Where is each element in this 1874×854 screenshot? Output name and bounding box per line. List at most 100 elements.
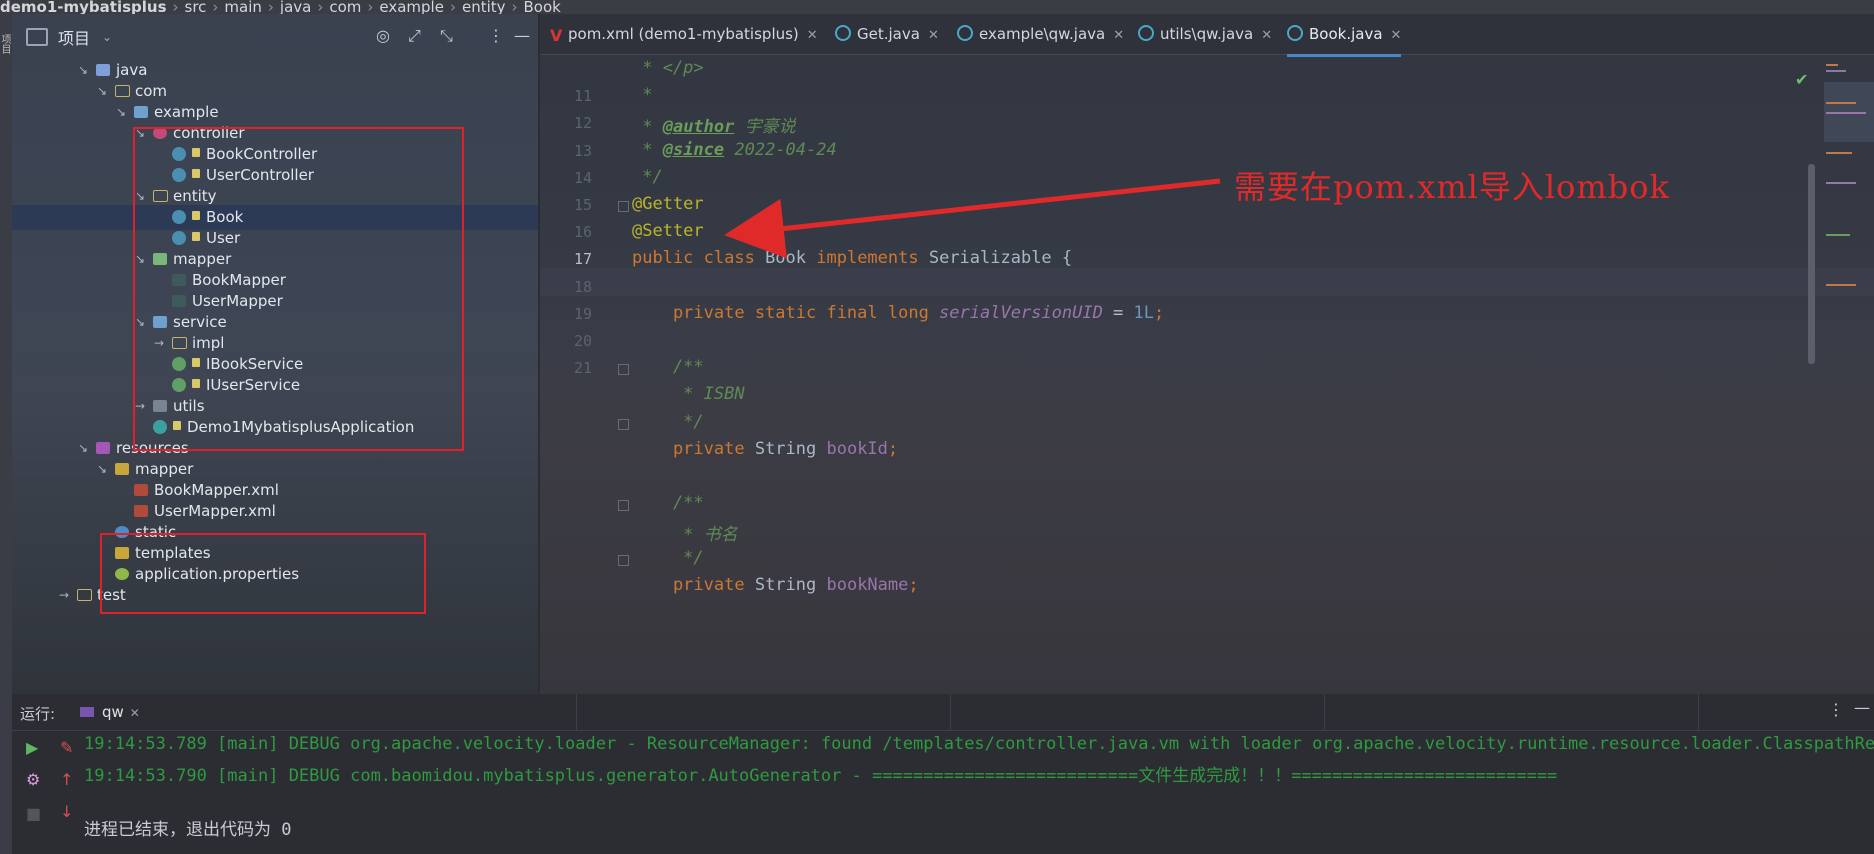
run-toolbar: ▶ ✎ ⚙ ↑ ↓ ■ [12,730,73,854]
inspection-ok-icon[interactable]: ✔ [1795,70,1808,89]
close-icon[interactable]: ✕ [130,706,140,720]
divider [1698,694,1699,730]
minimap[interactable] [1816,54,1874,694]
code-line[interactable]: * 书名 [632,520,737,545]
editor-scrollbar[interactable] [1808,164,1815,364]
line-number: 19 [573,304,592,323]
arrow-up-icon[interactable]: ↑ [60,770,73,789]
chevron-right-icon[interactable]: → [59,583,73,608]
run-tab-qw[interactable]: qw ✕ [80,694,140,730]
breadcrumb-item[interactable]: src [185,0,213,14]
line-number: 17 [573,250,592,269]
breadcrumb-separator: › [212,0,219,14]
rerun-icon[interactable]: ▶ [26,738,38,757]
code-line[interactable]: * @since 2022-04-24 [632,140,837,160]
editor-tab[interactable]: utils\qw.java ✕ [1138,14,1272,54]
settings-icon[interactable]: ⚙ [26,770,40,789]
editor-tab-bar: Vpom.xml (demo1-mybatisplus) ✕ Get.java ✕ ex… [540,14,1874,57]
divider [1324,694,1325,730]
close-icon[interactable]: ✕ [928,28,939,43]
console-line: 进程已结束，退出代码为 0 [84,820,292,840]
code-line[interactable]: private String bookName; [632,575,919,595]
code-token: private static final long [632,302,940,323]
editor-tab[interactable]: Book.java ✕ [1287,14,1402,57]
code-token: = [1102,302,1134,323]
code-line[interactable]: /** [632,493,704,513]
code-token: @Getter [632,194,704,214]
console-output[interactable]: 19:14:53.789 [main] DEBUG org.apache.vel… [84,730,1874,854]
stop-icon[interactable]: ■ [26,804,41,823]
folder-icon [77,589,92,601]
code-line[interactable]: /** [632,357,704,377]
code-token: 1L [1133,302,1155,323]
fold-marker-icon[interactable] [618,418,629,430]
line-number: 18 [573,277,592,296]
code-line[interactable]: @Getter [632,194,704,214]
code-line[interactable]: * @author 宇豪说 [632,112,795,138]
clear-icon[interactable]: ✎ [60,738,73,757]
code-token: * </p> [632,58,704,78]
highlight-box-packages [133,127,464,451]
close-icon[interactable]: ✕ [1391,28,1402,43]
breadcrumb-item[interactable]: main [224,0,267,14]
editor-tab[interactable]: Vpom.xml (demo1-mybatisplus) ✕ [550,14,818,54]
code-line[interactable]: */ [632,411,704,432]
code-token: bookName [826,574,909,595]
maven-icon: V [550,26,563,45]
folder-blue-icon [96,64,110,76]
code-line[interactable]: * [632,85,652,105]
close-icon[interactable]: ✕ [807,28,818,43]
breadcrumb-item[interactable]: com [329,0,367,14]
project-panel-title[interactable]: 项目 [58,25,90,49]
editor-tab-label: utils\qw.java [1160,25,1254,43]
code-token: */ [632,411,704,432]
breadcrumb-item[interactable]: example [379,0,450,14]
code-token: ; [1154,302,1165,323]
locate-icon[interactable]: ◎ [376,26,390,45]
breadcrumb: demo1-mybatisplus › src › main › java › com › exam… [0,0,1874,14]
line-number: 16 [573,223,592,242]
collapse-all-icon[interactable]: ⤡ [440,26,453,46]
minimize-icon[interactable]: — [514,26,530,45]
breadcrumb-separator: › [367,0,374,14]
chevron-down-icon[interactable]: ⌄ [102,30,112,44]
code-line[interactable]: private static final long serialVersionU… [632,303,1164,323]
console-line: 19:14:53.790 [main] DEBUG com.baomidou.m… [84,766,1558,786]
code-token: @author [662,117,735,138]
fold-marker-icon[interactable] [618,554,629,566]
project-folder-icon [26,28,48,46]
project-panel: 项目 ⌄ ◎ ⤢ ⤡ ⋮ — ↘ java ↘ com ↘ example ↘ control… [12,14,547,694]
code-token: String [754,574,827,595]
breadcrumb-item[interactable]: java [280,0,317,14]
editor-tab[interactable]: example\qw.java ✕ [957,14,1124,54]
code-line[interactable]: private String bookId; [632,439,898,459]
close-icon[interactable]: ✕ [1261,28,1272,43]
code-token: @since [662,139,725,160]
breadcrumb-item[interactable]: Book [524,0,567,14]
close-icon[interactable]: ✕ [1113,28,1124,43]
more-options-icon[interactable]: ⋮ [488,26,504,45]
project-tool-tab[interactable]: 项目 [0,34,12,84]
expand-all-icon[interactable]: ⤢ [408,26,421,46]
code-line[interactable]: @Setter [632,221,704,241]
code-token: /** [632,357,704,378]
breadcrumb-item[interactable]: entity [462,0,512,14]
left-tool-strip: 项目 [0,14,12,854]
arrow-down-icon[interactable]: ↓ [60,802,73,821]
run-config-icon [80,707,94,717]
code-line[interactable]: * ISBN [632,384,744,404]
breadcrumb-item[interactable]: demo1-mybatisplus [0,0,173,14]
fold-marker-icon[interactable] [618,500,629,512]
fold-marker-icon[interactable] [618,364,629,376]
minimize-icon[interactable]: — [1854,698,1870,717]
breadcrumb-separator: › [511,0,518,14]
xml-icon [134,484,148,496]
editor-tab-label: example\qw.java [979,25,1106,43]
code-line[interactable]: */ [632,548,703,568]
code-line[interactable]: * </p> [632,58,704,78]
breadcrumb-separator: › [449,0,456,14]
code-line[interactable]: */ [632,167,662,187]
more-options-icon[interactable]: ⋮ [1828,700,1844,719]
fold-marker-icon[interactable] [618,201,629,212]
editor-tab[interactable]: Get.java ✕ [835,14,939,54]
